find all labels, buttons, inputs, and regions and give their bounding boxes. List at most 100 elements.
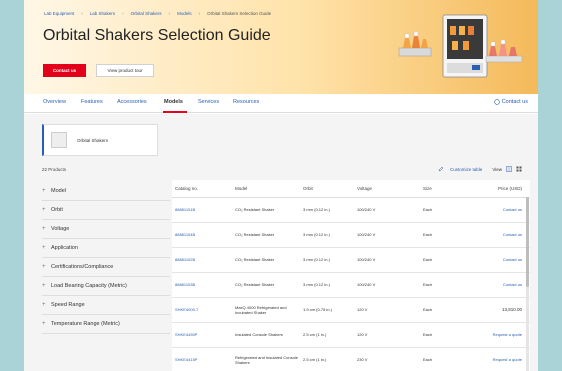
- expand-icon: +: [42, 188, 46, 194]
- catalog-number-link[interactable]: 88881103B: [172, 272, 232, 298]
- tab-overview[interactable]: Overview: [43, 99, 66, 105]
- price-link[interactable]: Contact us: [464, 272, 530, 298]
- category-label: Orbital Shakers: [77, 138, 109, 143]
- products-table: Catalog no. Model Orbit Voltage Size Pri…: [172, 180, 530, 371]
- size-cell: Each: [420, 272, 464, 298]
- request-quote-link[interactable]: Request a quote: [464, 322, 530, 348]
- table-row: 88881103B CO₂ Resistant Shaker 3 mm (0.1…: [172, 272, 530, 298]
- grid-view-icon[interactable]: [516, 166, 522, 172]
- hero-banner: Lab Equipment › Lab Shakers › Orbital Sh…: [24, 0, 538, 94]
- content-area: Orbital Shakers 22 Products Customize ta…: [24, 114, 538, 371]
- model-cell: CO₂ Resistant Shaker: [232, 222, 300, 248]
- size-cell: Each: [420, 297, 464, 323]
- table-row: 88881102B CO₂ Resistant Shaker 3 mm (0.1…: [172, 247, 530, 273]
- tab-resources[interactable]: Resources: [233, 99, 259, 105]
- column-header[interactable]: Price (USD): [464, 180, 530, 198]
- table-row: 88881101B CO₂ Resistant Shaker 3 mm (0.1…: [172, 197, 530, 223]
- size-cell: Each: [420, 247, 464, 273]
- filter-label: Load Bearing Capacity (Metric): [51, 283, 127, 289]
- filter-voltage[interactable]: + Voltage: [42, 220, 170, 239]
- incubator-shaker-image: [442, 14, 488, 78]
- contact-us-button[interactable]: Contact us: [43, 64, 86, 77]
- list-view-icon[interactable]: [506, 166, 512, 172]
- tab-models[interactable]: Models: [164, 99, 183, 105]
- nav-contact-us[interactable]: Contact us: [494, 99, 528, 105]
- products-table-container: Catalog no. Model Orbit Voltage Size Pri…: [172, 180, 530, 371]
- table-scrollbar[interactable]: [526, 197, 529, 371]
- filter-load-capacity[interactable]: + Load Bearing Capacity (Metric): [42, 277, 170, 296]
- breadcrumb-separator: ›: [81, 11, 83, 16]
- orbit-cell: 3 mm (0.12 in.): [300, 247, 354, 273]
- catalog-number-link[interactable]: 88881104B: [172, 222, 232, 248]
- flask-rack-image: [485, 39, 523, 63]
- orbit-cell: 2.5 cm (1 in.): [300, 347, 354, 371]
- breadcrumb-link[interactable]: Orbital Shakers: [131, 11, 162, 16]
- table-row: 88881104B CO₂ Resistant Shaker 3 mm (0.1…: [172, 222, 530, 248]
- model-cell: CO₂ Resistant Shaker: [232, 272, 300, 298]
- table-toolbar: Customize table View: [438, 166, 522, 172]
- catalog-number-link[interactable]: SHKE4450P: [172, 322, 232, 348]
- filter-orbit[interactable]: + Orbit: [42, 201, 170, 220]
- breadcrumb-link[interactable]: Lab Equipment: [44, 11, 74, 16]
- model-cell: CO₂ Resistant Shaker: [232, 247, 300, 273]
- filter-label: Application: [51, 245, 78, 251]
- orbit-cell: 2.5 cm (1 in.): [300, 322, 354, 348]
- model-cell: Refrigerated and Insulated Console Shake…: [232, 347, 300, 371]
- expand-icon: +: [42, 264, 46, 270]
- model-cell: MaxQ 4000 Refrigerated and Incubated Sha…: [232, 297, 300, 323]
- active-tab-indicator: [163, 111, 187, 113]
- view-label: View: [492, 166, 502, 172]
- column-header[interactable]: Size: [420, 180, 464, 198]
- edit-icon[interactable]: [438, 166, 444, 172]
- breadcrumb: Lab Equipment › Lab Shakers › Orbital Sh…: [44, 11, 271, 16]
- expand-icon: +: [42, 207, 46, 213]
- catalog-number-link[interactable]: SHKE4415P: [172, 347, 232, 371]
- catalog-number-link[interactable]: 88881102B: [172, 247, 232, 273]
- page-title: Orbital Shakers Selection Guide: [43, 27, 271, 44]
- voltage-cell: 120 V: [354, 322, 420, 348]
- filter-application[interactable]: + Application: [42, 239, 170, 258]
- tab-services[interactable]: Services: [198, 99, 219, 105]
- request-quote-link[interactable]: Request a quote: [464, 347, 530, 371]
- column-header[interactable]: Orbit: [300, 180, 354, 198]
- breadcrumb-link[interactable]: Models: [177, 11, 192, 16]
- filter-temperature-range[interactable]: + Temperature Range (Metric): [42, 315, 170, 334]
- catalog-number-link[interactable]: SHKE4000-7: [172, 297, 232, 323]
- customize-table-link[interactable]: Customize table: [450, 167, 482, 172]
- breadcrumb-link[interactable]: Lab Shakers: [90, 11, 115, 16]
- breadcrumb-separator: ›: [198, 11, 201, 16]
- tab-features[interactable]: Features: [81, 99, 103, 105]
- voltage-cell: 120 V: [354, 297, 420, 323]
- tab-accessories[interactable]: Accessories: [117, 99, 147, 105]
- filter-label: Speed Range: [51, 302, 85, 308]
- filter-model[interactable]: + Model: [42, 182, 170, 201]
- view-product-tour-button[interactable]: View product tour: [96, 64, 154, 77]
- table-row: SHKE4450P Insulated Console Shakers 2.5 …: [172, 322, 530, 348]
- column-header[interactable]: Catalog no.: [172, 180, 232, 198]
- scrollbar-thumb[interactable]: [526, 197, 529, 287]
- expand-icon: +: [42, 321, 46, 327]
- shaker-platform-image: [398, 31, 432, 57]
- breadcrumb-separator: ›: [168, 11, 171, 16]
- nav-contact-label: Contact us: [501, 99, 528, 105]
- table-row: SHKE4415P Refrigerated and Insulated Con…: [172, 347, 530, 371]
- breadcrumb-separator: ›: [122, 11, 124, 16]
- catalog-number-link[interactable]: 88881101B: [172, 197, 232, 223]
- section-nav: Overview Features Accessories Models Ser…: [24, 94, 538, 113]
- filter-panel: + Model + Orbit + Voltage + Application + Cer…: [42, 182, 170, 334]
- price-link[interactable]: Contact us: [464, 247, 530, 273]
- column-header[interactable]: Voltage: [354, 180, 420, 198]
- voltage-cell: 230 V: [354, 347, 420, 371]
- price-link[interactable]: Contact us: [464, 197, 530, 223]
- expand-icon: +: [42, 226, 46, 232]
- size-cell: Each: [420, 322, 464, 348]
- category-thumbnail: [51, 132, 67, 148]
- category-card[interactable]: Orbital Shakers: [42, 124, 158, 156]
- expand-icon: +: [42, 283, 46, 289]
- column-header[interactable]: Model: [232, 180, 300, 198]
- filter-label: Orbit: [51, 207, 63, 213]
- price-link[interactable]: Contact us: [464, 222, 530, 248]
- filter-speed-range[interactable]: + Speed Range: [42, 296, 170, 315]
- voltage-cell: 100/240 V: [354, 247, 420, 273]
- filter-certifications[interactable]: + Certifications/Compliance: [42, 258, 170, 277]
